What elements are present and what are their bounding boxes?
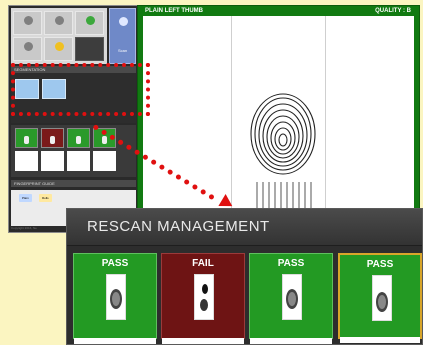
toolbar-button-5[interactable] — [44, 37, 73, 61]
rescan-card[interactable]: PASS — [249, 253, 333, 344]
rescan-card-status: PASS — [277, 258, 305, 269]
toolbar-button-3[interactable] — [75, 11, 104, 35]
fingerprint-thumb — [372, 275, 392, 321]
fingerprint-icon — [376, 292, 388, 312]
mini-card-status — [41, 128, 64, 148]
button-icon — [86, 16, 95, 25]
rescan-card[interactable]: PASS — [73, 253, 157, 344]
toolbar-button-2[interactable] — [44, 11, 73, 35]
fingerprint-viewer: PLAIN LEFT THUMB QUALITY : B — [137, 5, 420, 236]
mini-rescan-card[interactable] — [67, 128, 90, 174]
button-icon — [55, 16, 64, 25]
rescan-card-status: PASS — [101, 258, 129, 269]
rescan-card-footer — [162, 338, 244, 344]
toolbar-button-4[interactable] — [13, 37, 42, 61]
mini-card-blank — [41, 151, 64, 171]
fingerprint-thumb-icon — [24, 136, 29, 144]
button-icon — [24, 16, 33, 25]
fingerprint-image — [250, 93, 316, 226]
rescan-card-status: PASS — [366, 259, 394, 270]
rescan-mini-section — [11, 125, 136, 177]
app-screenshot-panel: Scan SEGMENTATION FINGERPRINT GUIDE Plai… — [8, 5, 138, 233]
fingerprint-thumb-icon — [50, 136, 55, 144]
guide-line — [325, 16, 326, 232]
selection-highlight — [11, 63, 150, 116]
rescan-card-selected[interactable]: PASS — [338, 253, 422, 343]
scan-button[interactable]: Scan — [109, 8, 136, 64]
quality-indicator: QUALITY : B — [375, 8, 411, 14]
fingerprint-icon — [110, 289, 122, 309]
fingerprint-thumb — [106, 274, 126, 320]
rescan-card-footer — [250, 338, 332, 344]
rescan-card-footer — [340, 337, 420, 343]
toolbar-button-1[interactable] — [13, 11, 42, 35]
rescan-card[interactable]: FAIL — [161, 253, 245, 344]
mini-rescan-card[interactable] — [41, 128, 64, 174]
guide-chip-rolls[interactable]: Rolls — [39, 194, 52, 202]
mini-card-blank — [93, 151, 116, 171]
scan-button-label: Scan — [117, 48, 128, 53]
mini-card-blank — [15, 151, 38, 171]
toolbar-button-grid — [11, 8, 107, 64]
viewer-title: PLAIN LEFT THUMB — [145, 8, 203, 14]
fingerprint-icon — [200, 284, 208, 311]
fingerprint-canvas — [143, 16, 414, 232]
rescan-title: RESCAN MANAGEMENT — [87, 218, 270, 235]
rescan-card-footer — [74, 338, 156, 344]
copyright-text: Copyright 2016, Ne — [11, 226, 37, 230]
toolbar-button-6[interactable] — [75, 37, 104, 61]
mini-card-status — [67, 128, 90, 148]
button-icon — [24, 42, 33, 51]
fingerprint-thumb — [282, 274, 302, 320]
guide-chip-plain[interactable]: Plain — [19, 194, 32, 202]
fingerprint-thumb — [194, 274, 214, 320]
button-icon — [55, 42, 64, 51]
mini-card-status — [15, 128, 38, 148]
mini-card-blank — [67, 151, 90, 171]
mini-rescan-card[interactable] — [15, 128, 38, 174]
fingerprint-icon — [286, 289, 298, 309]
rescan-card-status: FAIL — [192, 258, 214, 269]
fingerprint-guide-header: FINGERPRINT GUIDE — [11, 180, 136, 187]
rescan-management-panel: RESCAN MANAGEMENT PASS FAIL PASS PASS — [66, 208, 423, 345]
fingerprint-thumb-icon — [76, 136, 81, 144]
scan-icon — [119, 17, 128, 26]
